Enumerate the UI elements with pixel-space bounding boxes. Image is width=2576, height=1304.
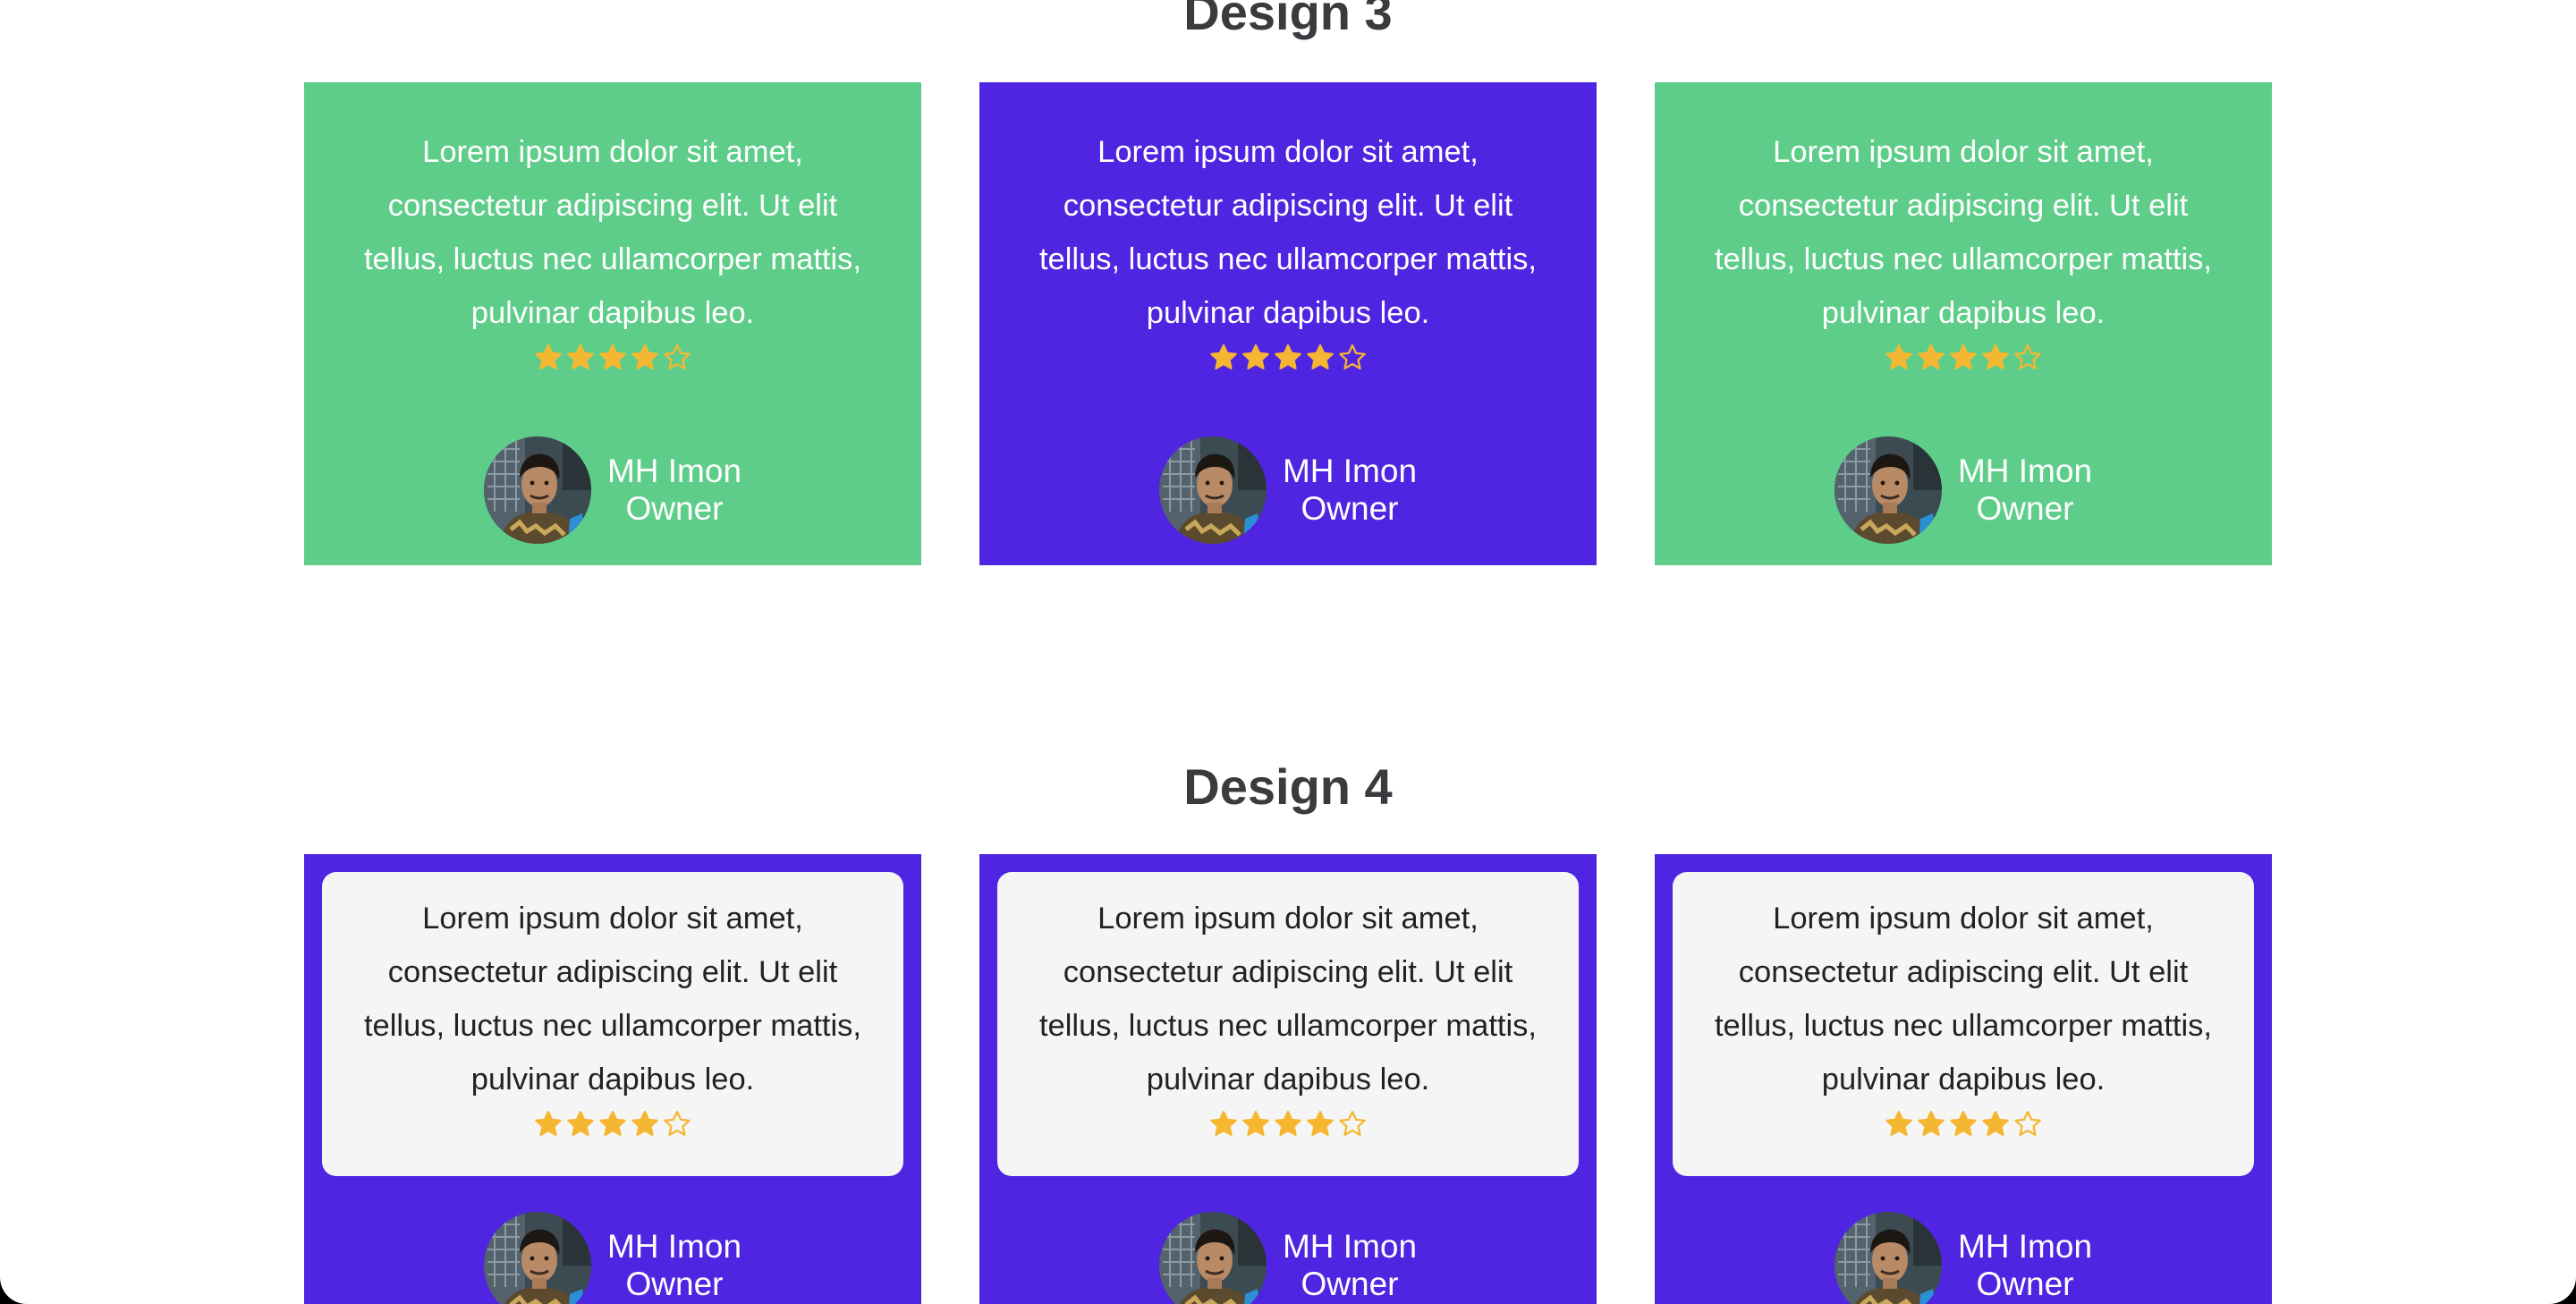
star-empty-icon xyxy=(2014,1110,2041,1137)
author-role: Owner xyxy=(625,490,724,527)
star-filled-icon xyxy=(1242,343,1269,370)
section-title-design-3: Design 3 xyxy=(1183,0,1393,40)
testimonial-card: Lorem ipsum dolor sit amet, consectetur … xyxy=(979,82,1597,565)
star-empty-icon xyxy=(1339,1110,1366,1137)
testimonial-card: Lorem ipsum dolor sit amet, consectetur … xyxy=(979,854,1597,1304)
star-filled-icon xyxy=(1918,1110,1945,1137)
testimonial-card: Lorem ipsum dolor sit amet, consectetur … xyxy=(304,854,921,1304)
star-empty-icon xyxy=(664,1110,691,1137)
avatar xyxy=(1158,436,1267,544)
star-rating xyxy=(1699,340,2227,376)
testimonial-author: MH Imon Owner xyxy=(979,436,1597,544)
star-rating xyxy=(1024,340,1552,376)
quote-bubble: Lorem ipsum dolor sit amet, consectetur … xyxy=(997,872,1579,1176)
testimonial-card: Lorem ipsum dolor sit amet, consectetur … xyxy=(1655,854,2272,1304)
star-filled-icon xyxy=(1275,343,1301,370)
author-name: MH Imon xyxy=(1282,1228,1418,1265)
star-filled-icon xyxy=(1210,1110,1237,1137)
star-filled-icon xyxy=(535,1110,562,1137)
star-rating xyxy=(349,1106,877,1142)
star-filled-icon xyxy=(567,1110,594,1137)
avatar xyxy=(1834,436,1942,544)
testimonial-card: Lorem ipsum dolor sit amet, consectetur … xyxy=(1655,82,2272,565)
star-filled-icon xyxy=(1275,1110,1301,1137)
author-role: Owner xyxy=(1976,490,2074,527)
avatar xyxy=(483,1212,591,1304)
testimonial-quote: Lorem ipsum dolor sit amet, consectetur … xyxy=(363,902,862,1097)
star-filled-icon xyxy=(1885,1110,1912,1137)
star-filled-icon xyxy=(1885,343,1912,370)
star-filled-icon xyxy=(1982,343,2009,370)
author-name: MH Imon xyxy=(1282,453,1418,489)
star-filled-icon xyxy=(1307,1110,1334,1137)
star-empty-icon xyxy=(2014,343,2041,370)
avatar xyxy=(483,436,591,544)
star-filled-icon xyxy=(1950,1110,1977,1137)
author-role: Owner xyxy=(1301,490,1399,527)
author-role: Owner xyxy=(1301,1266,1399,1302)
author-role: Owner xyxy=(625,1266,724,1302)
star-filled-icon xyxy=(1950,343,1977,370)
testimonial-quote: Lorem ipsum dolor sit amet, consectetur … xyxy=(1038,135,1538,330)
author-name: MH Imon xyxy=(606,1228,742,1265)
star-filled-icon xyxy=(567,343,594,370)
star-filled-icon xyxy=(1307,343,1334,370)
section-title-design-4: Design 4 xyxy=(1183,758,1393,815)
avatar xyxy=(1158,1212,1267,1304)
star-rating xyxy=(1024,1106,1552,1142)
testimonial-quote: Lorem ipsum dolor sit amet, consectetur … xyxy=(363,135,862,330)
testimonial-page: Design 3 Lorem ipsum dolor sit amet, con… xyxy=(0,0,2576,1304)
testimonial-author: MH Imon Owner xyxy=(1655,436,2272,544)
star-filled-icon xyxy=(1982,1110,2009,1137)
quote-bubble: Lorem ipsum dolor sit amet, consectetur … xyxy=(1673,872,2254,1176)
testimonial-author: MH Imon Owner xyxy=(979,1212,1597,1304)
testimonial-author: MH Imon Owner xyxy=(304,1212,921,1304)
star-filled-icon xyxy=(1918,343,1945,370)
star-rating xyxy=(1699,1106,2227,1142)
star-filled-icon xyxy=(631,1110,658,1137)
star-filled-icon xyxy=(631,343,658,370)
star-filled-icon xyxy=(599,343,626,370)
avatar xyxy=(1834,1212,1942,1304)
author-role: Owner xyxy=(1976,1266,2074,1302)
star-filled-icon xyxy=(599,1110,626,1137)
author-name: MH Imon xyxy=(1957,1228,2093,1265)
testimonial-quote: Lorem ipsum dolor sit amet, consectetur … xyxy=(1714,902,2213,1097)
testimonial-author: MH Imon Owner xyxy=(304,436,921,544)
star-empty-icon xyxy=(664,343,691,370)
testimonial-author: MH Imon Owner xyxy=(1655,1212,2272,1304)
star-filled-icon xyxy=(1210,343,1237,370)
testimonial-card: Lorem ipsum dolor sit amet, consectetur … xyxy=(304,82,921,565)
star-filled-icon xyxy=(535,343,562,370)
star-filled-icon xyxy=(1242,1110,1269,1137)
testimonial-quote: Lorem ipsum dolor sit amet, consectetur … xyxy=(1714,135,2213,330)
star-rating xyxy=(349,340,877,376)
quote-bubble: Lorem ipsum dolor sit amet, consectetur … xyxy=(322,872,903,1176)
author-name: MH Imon xyxy=(606,453,742,489)
star-empty-icon xyxy=(1339,343,1366,370)
testimonial-quote: Lorem ipsum dolor sit amet, consectetur … xyxy=(1038,902,1538,1097)
author-name: MH Imon xyxy=(1957,453,2093,489)
